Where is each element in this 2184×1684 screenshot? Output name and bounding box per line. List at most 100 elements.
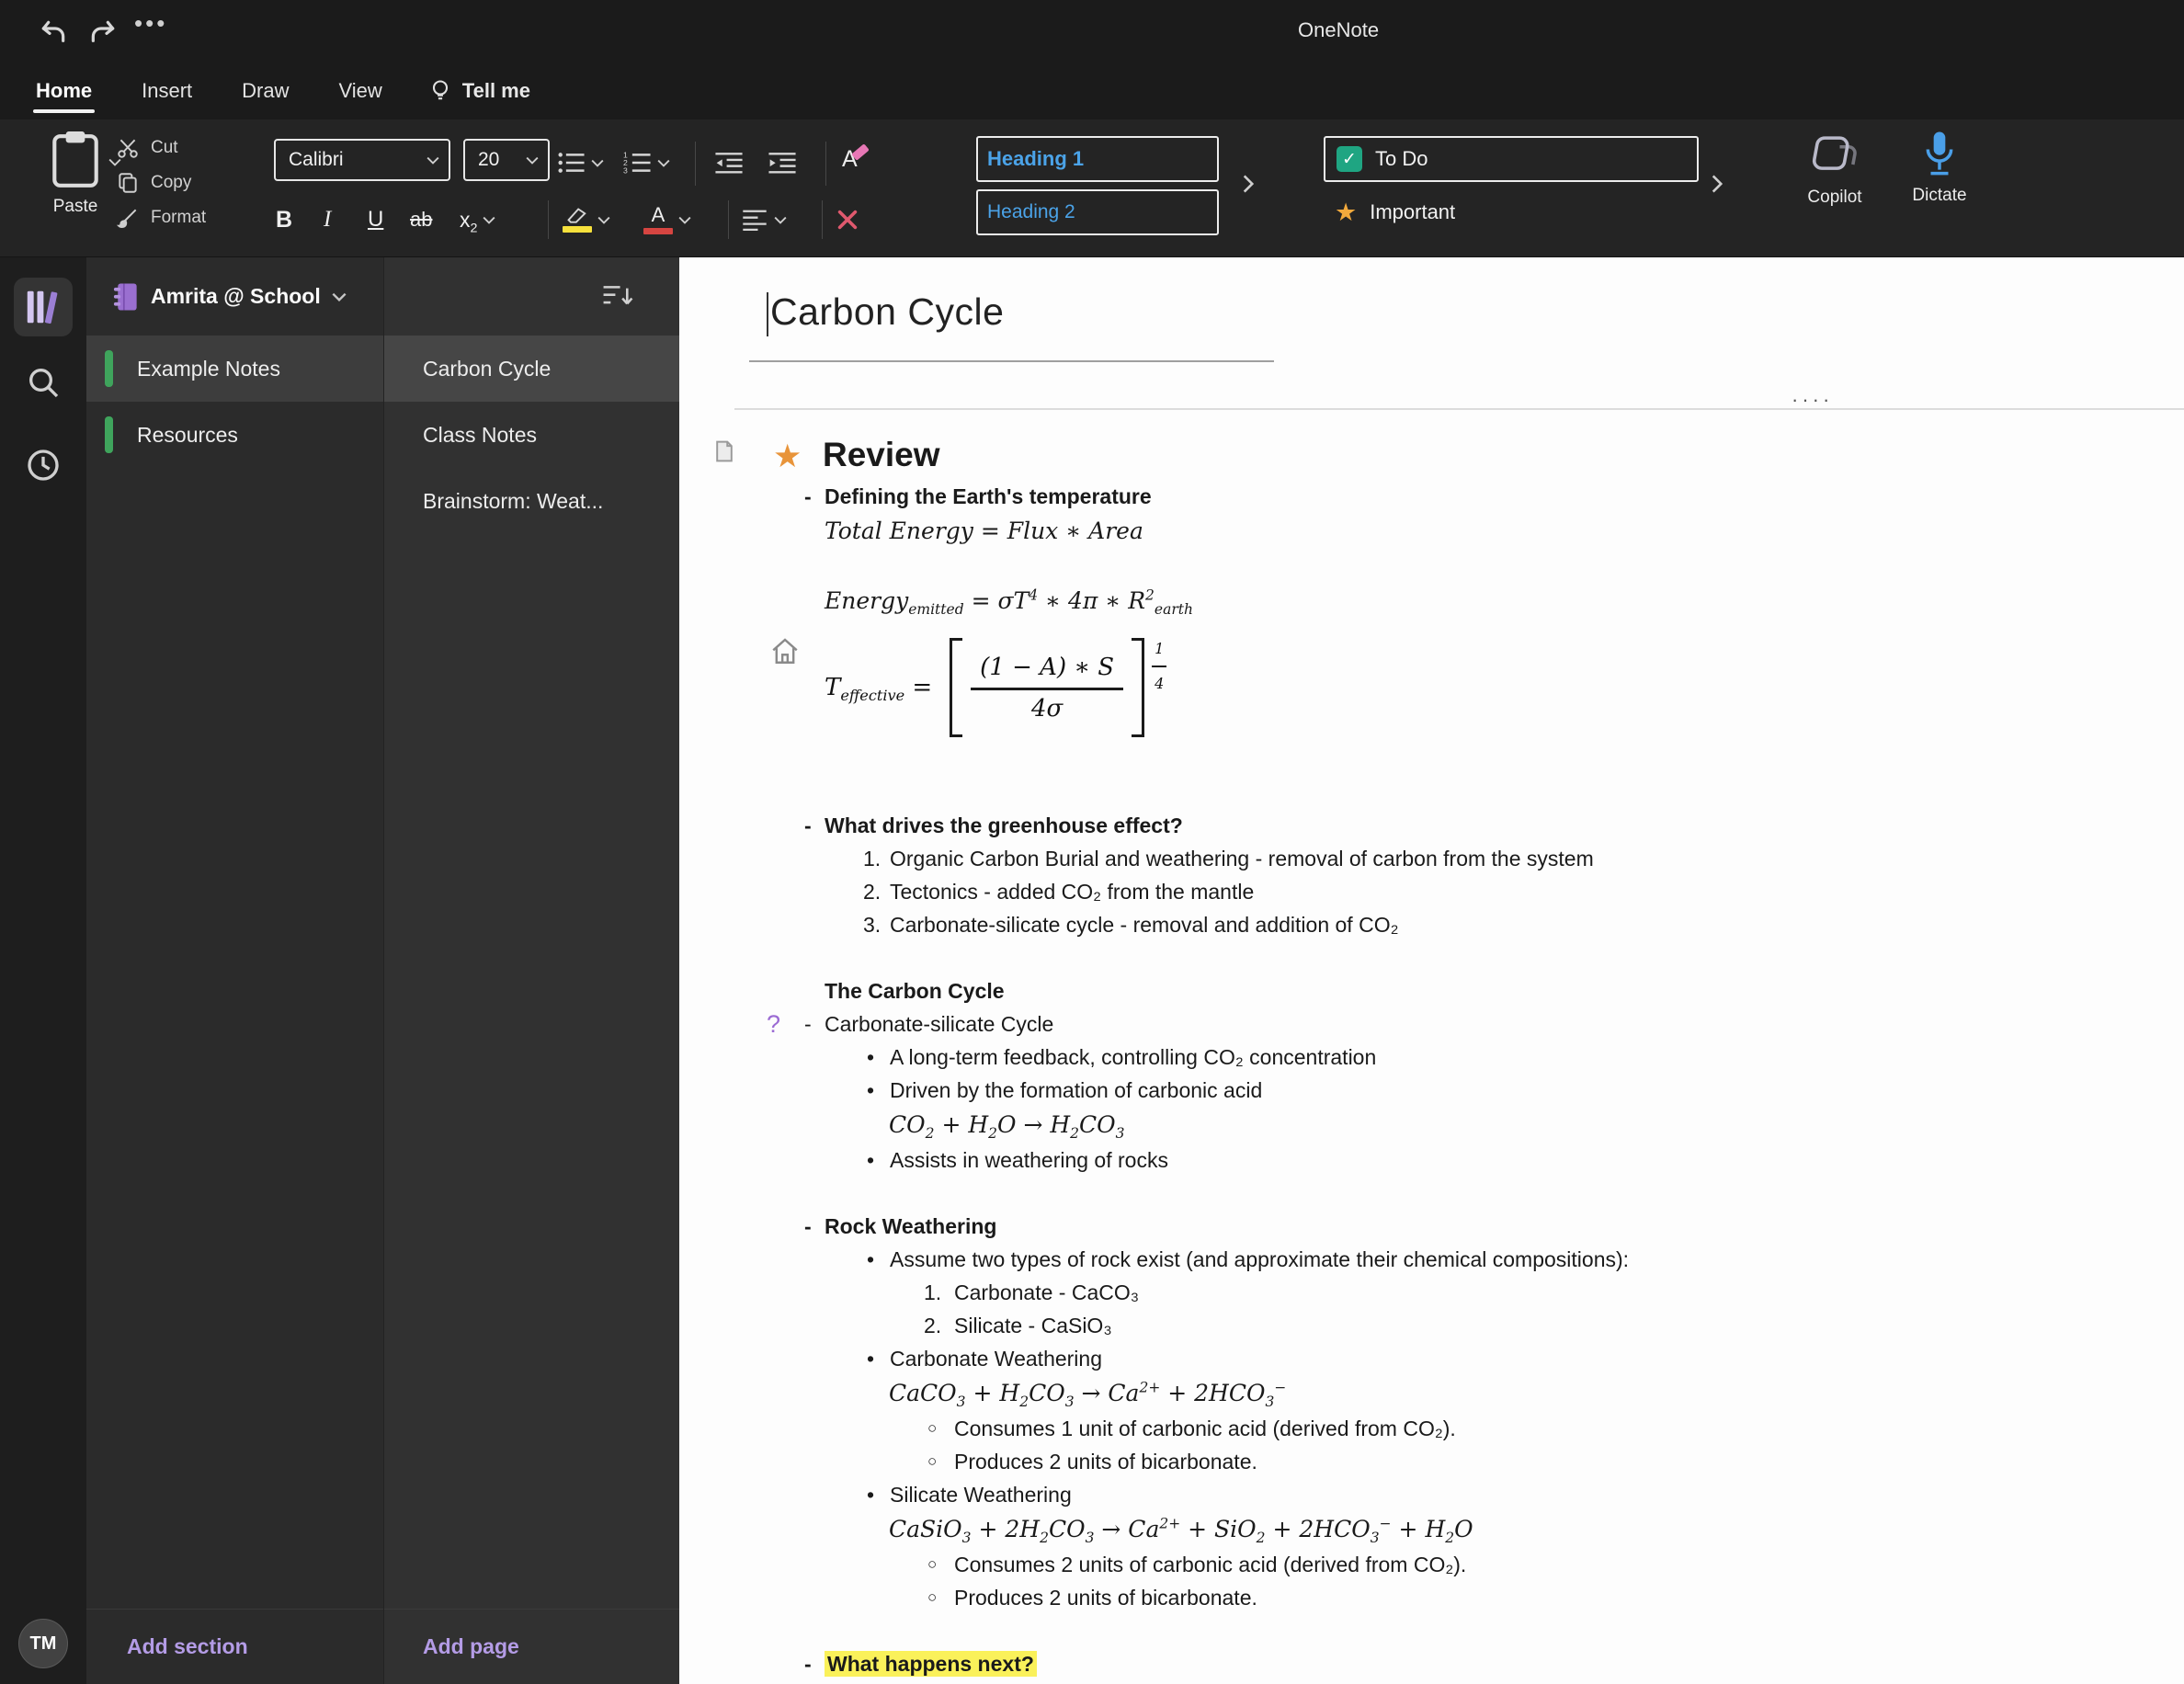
page-row[interactable]: Carbon Cycle: [384, 336, 679, 402]
note-line[interactable]: - What happens next?: [679, 1647, 2184, 1680]
collapse-handle[interactable]: ····: [1792, 388, 1833, 412]
section-row[interactable]: Resources: [86, 402, 383, 468]
italic-label: I: [324, 207, 332, 232]
note-line[interactable]: - Defining the Earth's temperature: [679, 480, 2184, 513]
tab-home[interactable]: Home: [11, 63, 117, 119]
styles-expand-chevron[interactable]: [1243, 175, 1254, 193]
tab-draw[interactable]: Draw: [217, 63, 313, 119]
account-avatar[interactable]: TM: [18, 1619, 68, 1668]
add-page-button[interactable]: Add page: [384, 1609, 679, 1684]
note-line[interactable]: •In the ocean: Biomineralization. SiO₂ &…: [679, 1680, 2184, 1684]
note-line[interactable]: - Rock Weathering: [679, 1210, 2184, 1243]
font-size-select[interactable]: 20: [463, 139, 550, 181]
note-line[interactable]: • A long-term feedback, controlling CO₂ c…: [679, 1041, 2184, 1074]
blank-line[interactable]: [679, 550, 2184, 583]
cut-button[interactable]: Cut: [116, 131, 206, 165]
font-color-icon: A: [643, 205, 673, 234]
font-name-select[interactable]: Calibri: [274, 139, 450, 181]
review-heading[interactable]: ★ Review: [679, 430, 2184, 480]
notebooks-nav-button[interactable]: [14, 278, 73, 336]
search-button[interactable]: [14, 353, 73, 412]
pages-header: [384, 257, 679, 336]
underline-button[interactable]: U: [368, 199, 383, 241]
bullet-list-button[interactable]: [557, 143, 604, 182]
recent-notes-button[interactable]: [14, 436, 73, 495]
note-line[interactable]: • Carbonate Weathering: [679, 1342, 2184, 1375]
notebook-icon: [113, 282, 137, 311]
paste-button[interactable]: Paste: [31, 131, 121, 217]
note-line[interactable]: ○ Produces 2 units of bicarbonate.: [679, 1581, 2184, 1614]
note-line[interactable]: 2. Tectonics - added CO₂ from the mantle: [679, 875, 2184, 908]
subscript-button[interactable]: x2: [460, 199, 495, 241]
note-line[interactable]: 1. Organic Carbon Burial and weathering -…: [679, 842, 2184, 875]
equation-effective-temperature[interactable]: Teffective = (1 − A) ∗ S 4σ 1 4: [679, 632, 2184, 743]
clear-formatting-button[interactable]: A: [842, 140, 870, 178]
note-line[interactable]: CaSiO3 + 2H2CO3 → Ca2+ + SiO2 + 2HCO3− +…: [679, 1511, 2184, 1548]
strikethrough-label: ab: [410, 208, 433, 231]
copy-icon: [119, 173, 137, 193]
page-row[interactable]: Brainstorm: Weat...: [384, 468, 679, 534]
note-line[interactable]: ○ Consumes 1 unit of carbonic acid (deriv…: [679, 1412, 2184, 1445]
tab-tell-me[interactable]: Tell me: [407, 63, 551, 119]
mic-icon: [1926, 131, 1953, 176]
note-line[interactable]: - What drives the greenhouse effect?: [679, 809, 2184, 842]
note-content[interactable]: ★ Review - Defining the Earth's temperature…: [679, 423, 2184, 1684]
style-heading2[interactable]: Heading 2: [976, 189, 1219, 235]
numbered-list-icon: 123: [623, 150, 651, 176]
note-line[interactable]: • Silicate Weathering: [679, 1478, 2184, 1511]
blank-line[interactable]: [679, 1614, 2184, 1647]
add-section-button[interactable]: Add section: [86, 1609, 383, 1684]
note-line[interactable]: ○ Consumes 2 units of carbonic acid (deri…: [679, 1548, 2184, 1581]
note-line[interactable]: ○ Produces 2 units of bicarbonate.: [679, 1445, 2184, 1478]
indent-button[interactable]: [767, 143, 798, 182]
note-line[interactable]: - Carbonate-silicate Cycle?: [679, 1007, 2184, 1041]
numbered-list-button[interactable]: 123: [623, 143, 670, 182]
note-line[interactable]: CO2 + H2O → H2CO3: [679, 1107, 2184, 1144]
bold-button[interactable]: B: [276, 199, 292, 241]
note-line[interactable]: • Driven by the formation of carbonic aci…: [679, 1074, 2184, 1107]
font-color-button[interactable]: A: [643, 199, 691, 241]
delete-x-button[interactable]: [836, 199, 859, 241]
tags-expand-chevron[interactable]: [1712, 175, 1723, 193]
note-line[interactable]: • Assists in weathering of rocks: [679, 1144, 2184, 1177]
note-line[interactable]: The Carbon Cycle: [679, 974, 2184, 1007]
page-title[interactable]: Carbon Cycle: [770, 290, 1004, 334]
more-button[interactable]: •••: [134, 9, 167, 38]
note-line[interactable]: 2. Silicate - CaSiO₃: [679, 1309, 2184, 1342]
note-line[interactable]: Total Energy = Flux ∗ Area: [679, 513, 2184, 550]
tab-insert[interactable]: Insert: [117, 63, 217, 119]
blank-line[interactable]: [679, 941, 2184, 974]
section-color-bar: [105, 350, 113, 387]
notebook-switcher[interactable]: Amrita @ School: [86, 257, 383, 336]
dictate-button[interactable]: Dictate: [1892, 129, 1987, 206]
note-line[interactable]: 1. Carbonate - CaCO₃: [679, 1276, 2184, 1309]
star-icon: ★: [773, 438, 802, 474]
tag-important[interactable]: ★ Important: [1324, 189, 1699, 235]
blank-line[interactable]: [679, 1177, 2184, 1210]
scissors-icon: [118, 139, 138, 158]
align-button[interactable]: [741, 199, 787, 241]
strikethrough-button[interactable]: ab: [410, 199, 432, 241]
redo-button[interactable]: [85, 15, 121, 50]
outdent-button[interactable]: [713, 143, 745, 182]
sort-pages-button[interactable]: [601, 283, 634, 309]
format-painter-button[interactable]: Format: [116, 200, 206, 235]
note-line[interactable]: CaCO3 + H2CO3 → Ca2+ + 2HCO3−: [679, 1375, 2184, 1412]
section-row[interactable]: Example Notes: [86, 336, 383, 402]
italic-button[interactable]: I: [324, 199, 331, 241]
tab-view[interactable]: View: [314, 63, 407, 119]
style-heading1[interactable]: Heading 1: [976, 136, 1219, 182]
undo-button[interactable]: [35, 15, 72, 50]
tag-todo[interactable]: ✓ To Do: [1324, 136, 1699, 182]
blank-line[interactable]: [679, 776, 2184, 809]
note-line[interactable]: • Assume two types of rock exist (and app…: [679, 1243, 2184, 1276]
undo-icon: [41, 20, 65, 42]
highlight-button[interactable]: [563, 199, 610, 241]
paste-label: Paste: [52, 197, 98, 216]
page-canvas[interactable]: Carbon Cycle ···· ★ Review - Defining the E…: [679, 257, 2184, 1684]
note-line[interactable]: 3. Carbonate-silicate cycle - removal and…: [679, 908, 2184, 941]
page-row[interactable]: Class Notes: [384, 402, 679, 468]
copilot-button[interactable]: Copilot: [1780, 134, 1890, 208]
copy-button[interactable]: Copy: [116, 165, 206, 200]
note-line[interactable]: Energyemitted = σT4 ∗ 4π ∗ R2earth: [679, 583, 2184, 620]
